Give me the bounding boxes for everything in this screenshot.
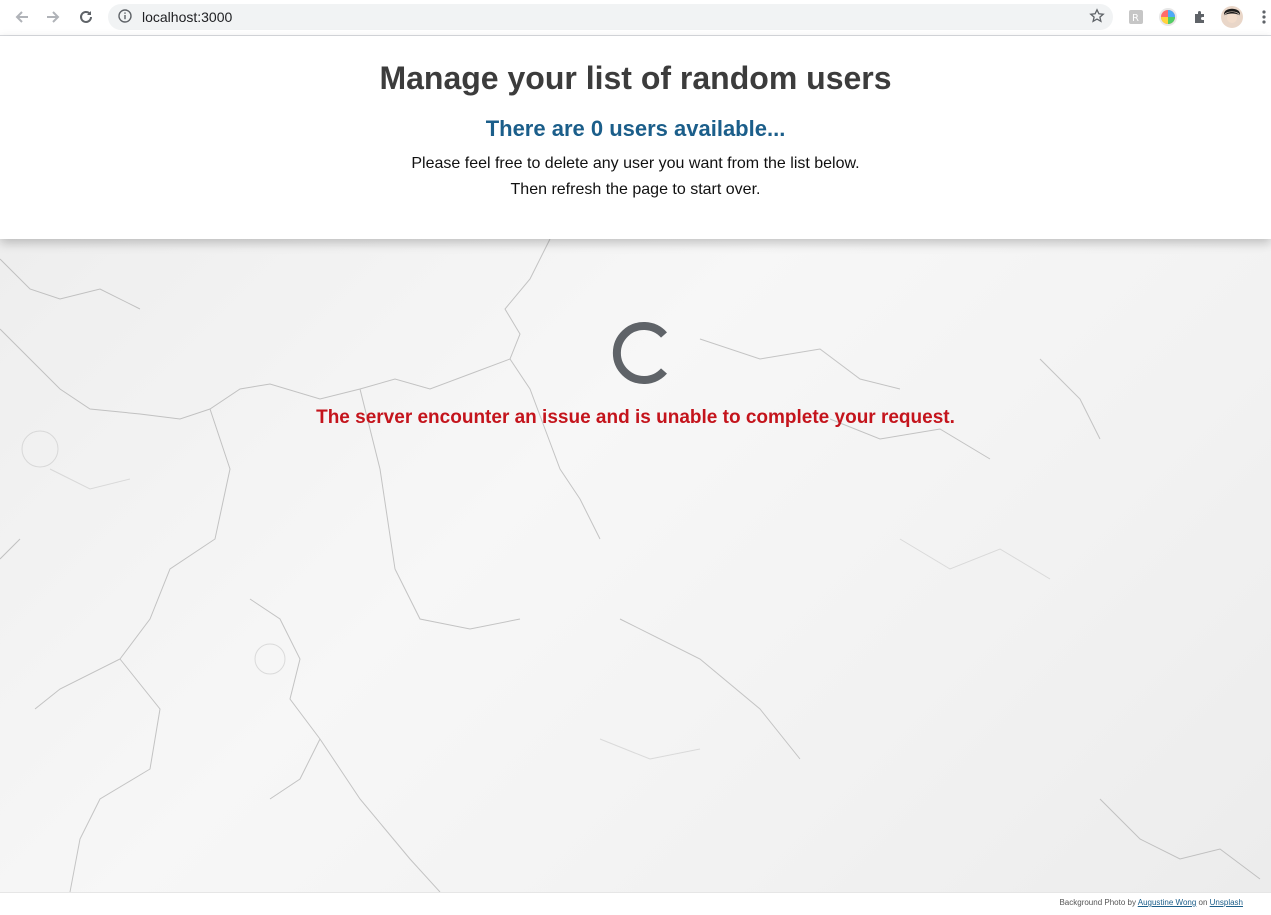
page-title: Manage your list of random users <box>379 60 892 96</box>
error-message: The server encounter an issue and is una… <box>316 407 955 428</box>
more-menu-icon[interactable] <box>1253 6 1271 28</box>
unsplash-link[interactable]: Unsplash <box>1210 898 1243 907</box>
credit-prefix: Background Photo by <box>1059 898 1138 907</box>
marble-background: The server encounter an issue and is una… <box>0 239 1271 892</box>
page-footer: Background Photo by Augustine Wong on Un… <box>0 892 1271 915</box>
instructions-line-2: Then refresh the page to start over. <box>510 181 761 198</box>
svg-text:R: R <box>1132 13 1139 24</box>
forward-icon[interactable] <box>41 5 65 29</box>
credit-middle: on <box>1196 898 1210 907</box>
extension-icon[interactable]: R <box>1125 6 1147 28</box>
photo-credit: Background Photo by Augustine Wong on Un… <box>1059 898 1243 907</box>
puzzle-extensions-icon[interactable] <box>1189 6 1211 28</box>
browser-toolbar: localhost:3000 R <box>0 0 1271 36</box>
profile-avatar[interactable] <box>1221 6 1243 28</box>
color-extension-icon[interactable] <box>1157 6 1179 28</box>
page-header: Manage your list of random users There a… <box>0 36 1271 239</box>
users-count-heading: There are 0 users available... <box>485 116 786 141</box>
url-text[interactable]: localhost:3000 <box>142 9 232 25</box>
back-icon[interactable] <box>10 5 34 29</box>
instructions-line-1: Please feel free to delete any user you … <box>411 155 860 172</box>
author-link[interactable]: Augustine Wong <box>1138 898 1197 907</box>
reload-icon[interactable] <box>74 5 98 29</box>
address-bar[interactable]: localhost:3000 <box>108 4 1113 30</box>
bookmark-star-icon[interactable] <box>1089 8 1105 29</box>
info-icon[interactable] <box>118 9 132 28</box>
